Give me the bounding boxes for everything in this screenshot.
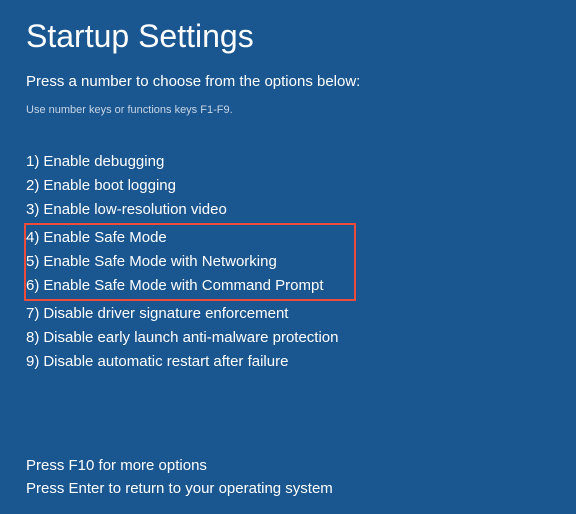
option-number: 8) (26, 326, 39, 350)
option-6[interactable]: 6) Enable Safe Mode with Command Prompt (26, 274, 352, 298)
option-label: Enable Safe Mode with Networking (43, 250, 276, 274)
options-list: 1) Enable debugging 2) Enable boot loggi… (26, 150, 550, 374)
instruction-text: Press a number to choose from the option… (26, 73, 550, 90)
option-2[interactable]: 2) Enable boot logging (26, 174, 550, 198)
page-title: Startup Settings (26, 18, 550, 55)
option-number: 7) (26, 302, 39, 326)
option-number: 9) (26, 350, 39, 374)
option-label: Enable Safe Mode with Command Prompt (43, 274, 323, 298)
footer-line-1: Press F10 for more options (26, 454, 550, 477)
option-label: Disable driver signature enforcement (43, 302, 288, 326)
option-number: 5) (26, 250, 39, 274)
option-number: 3) (26, 198, 39, 222)
option-7[interactable]: 7) Disable driver signature enforcement (26, 302, 550, 326)
option-3[interactable]: 3) Enable low-resolution video (26, 198, 550, 222)
option-8[interactable]: 8) Disable early launch anti-malware pro… (26, 326, 550, 350)
footer-line-2: Press Enter to return to your operating … (26, 477, 550, 500)
option-label: Enable boot logging (43, 174, 176, 198)
option-label: Enable low-resolution video (43, 198, 226, 222)
option-label: Disable automatic restart after failure (43, 350, 288, 374)
option-number: 6) (26, 274, 39, 298)
highlight-annotation: 4) Enable Safe Mode 5) Enable Safe Mode … (24, 223, 356, 301)
option-number: 1) (26, 150, 39, 174)
option-label: Enable Safe Mode (43, 226, 166, 250)
option-number: 2) (26, 174, 39, 198)
option-1[interactable]: 1) Enable debugging (26, 150, 550, 174)
option-9[interactable]: 9) Disable automatic restart after failu… (26, 350, 550, 374)
option-4[interactable]: 4) Enable Safe Mode (26, 226, 352, 250)
hint-text: Use number keys or functions keys F1-F9. (26, 104, 550, 116)
option-label: Disable early launch anti-malware protec… (43, 326, 338, 350)
option-label: Enable debugging (43, 150, 164, 174)
footer-instructions: Press F10 for more options Press Enter t… (26, 454, 550, 500)
option-number: 4) (26, 226, 39, 250)
option-5[interactable]: 5) Enable Safe Mode with Networking (26, 250, 352, 274)
